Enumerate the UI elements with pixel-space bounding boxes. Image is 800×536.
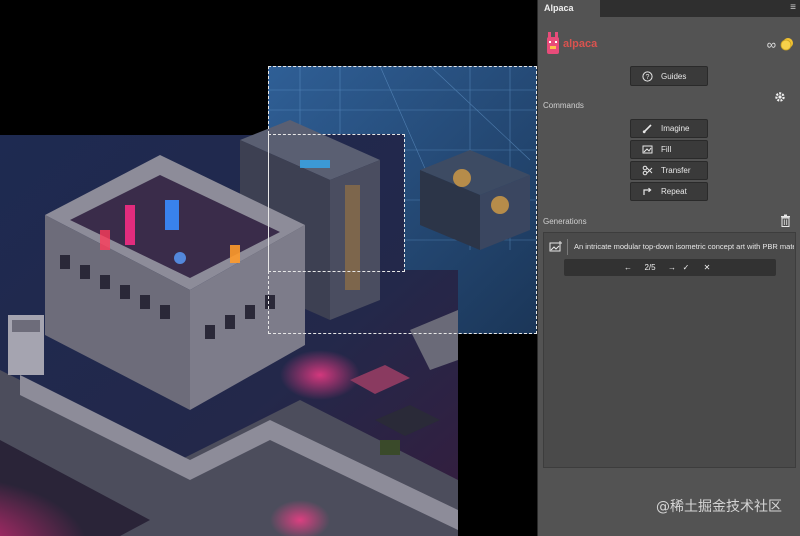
logo-wordmark: alpaca xyxy=(563,38,598,50)
generation-counter: 2/5 xyxy=(644,263,656,272)
tab-alpaca[interactable]: Alpaca xyxy=(538,0,600,17)
generations-list[interactable]: An intricate modular top-down isometric … xyxy=(543,232,796,468)
guides-button[interactable]: ? Guides xyxy=(630,66,708,86)
repeat-button[interactable]: Repeat xyxy=(630,182,708,201)
svg-text:?: ? xyxy=(645,74,649,81)
infinity-icon: ∞ xyxy=(766,37,776,52)
repeat-label: Repeat xyxy=(661,187,687,196)
question-circle-icon: ? xyxy=(641,70,653,82)
commands-section-label: Commands xyxy=(543,101,584,110)
alpaca-panel: Alpaca ≡ alpaca ∞ ? Guides Commands Imag… xyxy=(537,0,800,536)
divider xyxy=(567,239,568,255)
transfer-icon xyxy=(641,165,653,177)
list-item[interactable]: An intricate modular top-down isometric … xyxy=(544,237,795,257)
alpaca-logo-icon xyxy=(547,32,559,54)
generation-navigator: ← 2/5 → ✓ ✕ xyxy=(564,259,776,276)
repeat-icon xyxy=(641,186,653,198)
generation-prompt: An intricate modular top-down isometric … xyxy=(574,242,794,251)
guides-label: Guides xyxy=(661,71,687,81)
panel-header: alpaca ∞ xyxy=(538,30,800,60)
fill-label: Fill xyxy=(661,145,672,154)
imagine-button[interactable]: Imagine xyxy=(630,119,708,138)
check-icon[interactable]: ✓ xyxy=(678,259,694,276)
isometric-city-artwork xyxy=(0,65,537,536)
trash-icon[interactable] xyxy=(780,214,791,227)
image-fill-icon xyxy=(641,144,653,156)
gear-icon[interactable] xyxy=(774,91,786,103)
coins-icon[interactable] xyxy=(780,37,794,51)
transfer-button[interactable]: Transfer xyxy=(630,161,708,180)
imagine-label: Imagine xyxy=(661,124,690,133)
generations-section-label: Generations xyxy=(543,217,587,226)
arrow-left-icon[interactable]: ← xyxy=(620,259,636,276)
transfer-label: Transfer xyxy=(661,166,691,175)
watermark: @稀土掘金技术社区 xyxy=(656,499,782,515)
image-fill-icon xyxy=(549,241,562,252)
close-icon[interactable]: ✕ xyxy=(699,259,715,276)
panel-tab-bar: Alpaca ≡ xyxy=(538,0,800,17)
fill-button[interactable]: Fill xyxy=(630,140,708,159)
image-canvas[interactable] xyxy=(0,0,537,536)
hamburger-menu-icon[interactable]: ≡ xyxy=(790,3,796,13)
brush-icon xyxy=(641,123,653,135)
